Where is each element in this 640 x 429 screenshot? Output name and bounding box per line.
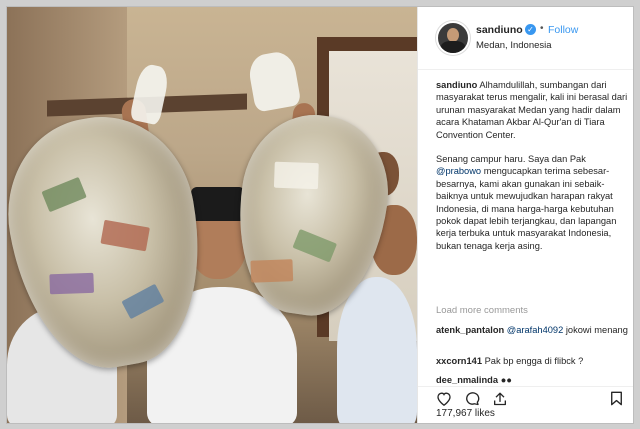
- photo-paper: [273, 161, 319, 190]
- instagram-post: sandiuno ✓ • Follow Medan, Indonesia san…: [6, 6, 634, 424]
- avatar[interactable]: [436, 21, 470, 55]
- comment-text: ●●: [498, 375, 512, 385]
- verified-badge-icon: ✓: [525, 24, 536, 35]
- mention-link[interactable]: @prabowo: [436, 166, 481, 176]
- follow-button[interactable]: Follow: [548, 24, 578, 36]
- avatar-suit: [441, 41, 465, 53]
- comment-text: Pak bp engga di flibck ?: [482, 356, 584, 366]
- caption-username[interactable]: sandiuno: [436, 80, 477, 90]
- caption-block: sandiuno Alhamdulillah, sumbangan dari m…: [436, 79, 628, 264]
- photo-banknote: [121, 283, 165, 320]
- comment-item: xxcorn141 Pak bp engga di flibck ?: [436, 355, 628, 367]
- post-photo[interactable]: [7, 7, 417, 423]
- photo-person-right-body: [337, 277, 417, 423]
- separator-dot: •: [540, 23, 544, 34]
- share-icon[interactable]: [492, 391, 508, 406]
- screenshot-frame: sandiuno ✓ • Follow Medan, Indonesia san…: [0, 0, 640, 429]
- username-link[interactable]: sandiuno: [476, 24, 523, 36]
- photo-bag-neck-left: [129, 62, 171, 126]
- photo-banknote: [250, 259, 294, 283]
- photo-banknote: [41, 176, 87, 213]
- caption-paragraph-1: sandiuno Alhamdulillah, sumbangan dari m…: [436, 79, 628, 141]
- action-bar: [418, 386, 633, 407]
- bookmark-icon[interactable]: [610, 391, 623, 406]
- photo-banknote: [100, 219, 150, 252]
- photo-banknote: [49, 272, 95, 295]
- caption-text-2a: Senang campur haru. Saya dan Pak: [436, 154, 589, 165]
- caption-paragraph-2: Senang campur haru. Saya dan Pak @prabow…: [436, 153, 628, 252]
- photo-banknote: [292, 228, 338, 263]
- location-link[interactable]: Medan, Indonesia: [476, 40, 552, 51]
- avatar-face: [447, 28, 459, 42]
- comment-item: dee_nmalinda ●●: [436, 374, 628, 386]
- comment-mention[interactable]: @arafah4092: [507, 325, 563, 335]
- photo-bag-neck-right: [246, 49, 302, 113]
- comment-icon[interactable]: [464, 391, 480, 406]
- comment-username[interactable]: dee_nmalinda: [436, 375, 498, 385]
- comment-username[interactable]: xxcorn141: [436, 356, 482, 366]
- comment-item: atenk_pantalon @arafah4092 jokowi menang: [436, 324, 628, 336]
- post-header: sandiuno ✓ • Follow Medan, Indonesia: [418, 7, 633, 70]
- likes-count[interactable]: 177,967 likes: [436, 408, 633, 419]
- photo-person-main-cap: [191, 187, 245, 221]
- comment-text: jokowi menang: [563, 325, 628, 335]
- comment-username[interactable]: atenk_pantalon: [436, 325, 504, 335]
- caption-text-2b: mengucapkan terima sebesar-besarnya, kam…: [436, 166, 619, 251]
- load-more-comments-button[interactable]: Load more comments: [436, 305, 528, 316]
- heart-icon[interactable]: [436, 391, 452, 406]
- post-sidebar: sandiuno ✓ • Follow Medan, Indonesia san…: [417, 7, 633, 423]
